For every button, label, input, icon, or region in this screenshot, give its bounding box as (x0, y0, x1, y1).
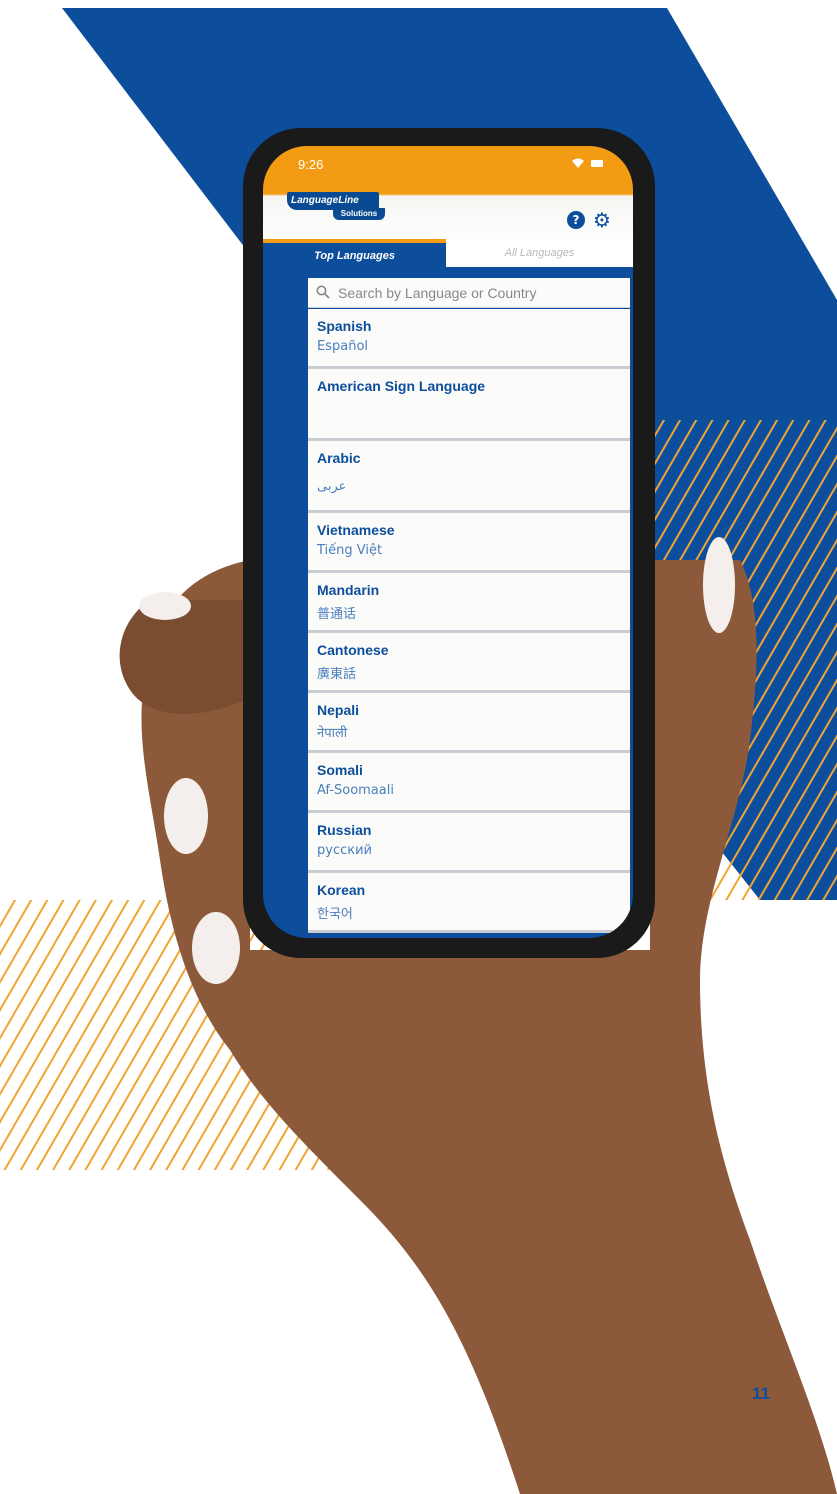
language-item[interactable]: Spanish Español (308, 309, 630, 369)
app-logo-subtitle: Solutions (333, 208, 385, 220)
language-native-name: Af-Soomaali (317, 783, 394, 798)
language-native-name: नेपाली (317, 726, 348, 741)
wifi-icon (572, 158, 584, 168)
search-input[interactable] (338, 281, 623, 305)
language-item[interactable]: Arabic عربى (308, 441, 630, 513)
language-native-name: Español (317, 339, 369, 354)
search-icon (316, 285, 330, 299)
language-name: Somali (317, 762, 363, 778)
thumbnail (139, 592, 191, 620)
language-native-name: 普通话 (317, 607, 357, 622)
header-actions: ? ⚙ (567, 209, 619, 233)
language-name: Cantonese (317, 642, 389, 658)
search-bar (308, 278, 630, 308)
language-name: American Sign Language (317, 378, 486, 394)
language-native-name: 한국어 (317, 907, 353, 922)
language-item[interactable]: Russian русский (308, 813, 630, 873)
help-icon[interactable]: ? (567, 211, 585, 229)
language-native-name: 廣東話 (317, 667, 357, 682)
language-item[interactable]: Vietnamese Tiếng Việt (308, 513, 630, 573)
language-item[interactable]: Korean 한국어 (308, 873, 630, 933)
fingernail-2 (192, 912, 240, 984)
status-icons (571, 155, 611, 171)
battery-icon (591, 160, 603, 167)
language-tabs: Top Languages All Languages (263, 239, 633, 271)
status-time: 9:26 (298, 157, 324, 172)
language-name: Korean (317, 882, 366, 898)
language-item[interactable]: Mandarin 普通话 (308, 573, 630, 633)
language-name: Arabic (317, 450, 361, 466)
thumb (119, 600, 245, 714)
phone-screen: 9:26 LanguageLine Solutions ? ⚙ Top Lang… (263, 146, 633, 938)
language-name: Nepali (317, 702, 360, 718)
language-name: Mandarin (317, 582, 380, 598)
language-name: Russian (317, 822, 372, 838)
language-item[interactable]: American Sign Language (308, 369, 630, 441)
fingernail-1 (164, 778, 208, 854)
language-native-name: русский (317, 843, 372, 858)
gear-icon[interactable]: ⚙ (591, 209, 613, 231)
language-list: Spanish Español American Sign Language A… (308, 309, 630, 933)
status-bar: 9:26 (263, 146, 633, 184)
app-header: LanguageLine Solutions ? ⚙ (263, 184, 633, 239)
language-native-name: Tiếng Việt (317, 543, 383, 558)
page-number: 11 (752, 1384, 770, 1403)
language-item[interactable]: Cantonese 廣東話 (308, 633, 630, 693)
tab-top-languages[interactable]: Top Languages (263, 239, 446, 271)
language-native-name: عربى (317, 479, 347, 494)
language-item[interactable]: Somali Af-Soomaali (308, 753, 630, 813)
language-name: Vietnamese (317, 522, 395, 538)
language-item[interactable]: Nepali नेपाली (308, 693, 630, 753)
tab-all-languages[interactable]: All Languages (446, 239, 633, 271)
language-name: Spanish (317, 318, 372, 334)
fingernail-3 (703, 537, 735, 633)
